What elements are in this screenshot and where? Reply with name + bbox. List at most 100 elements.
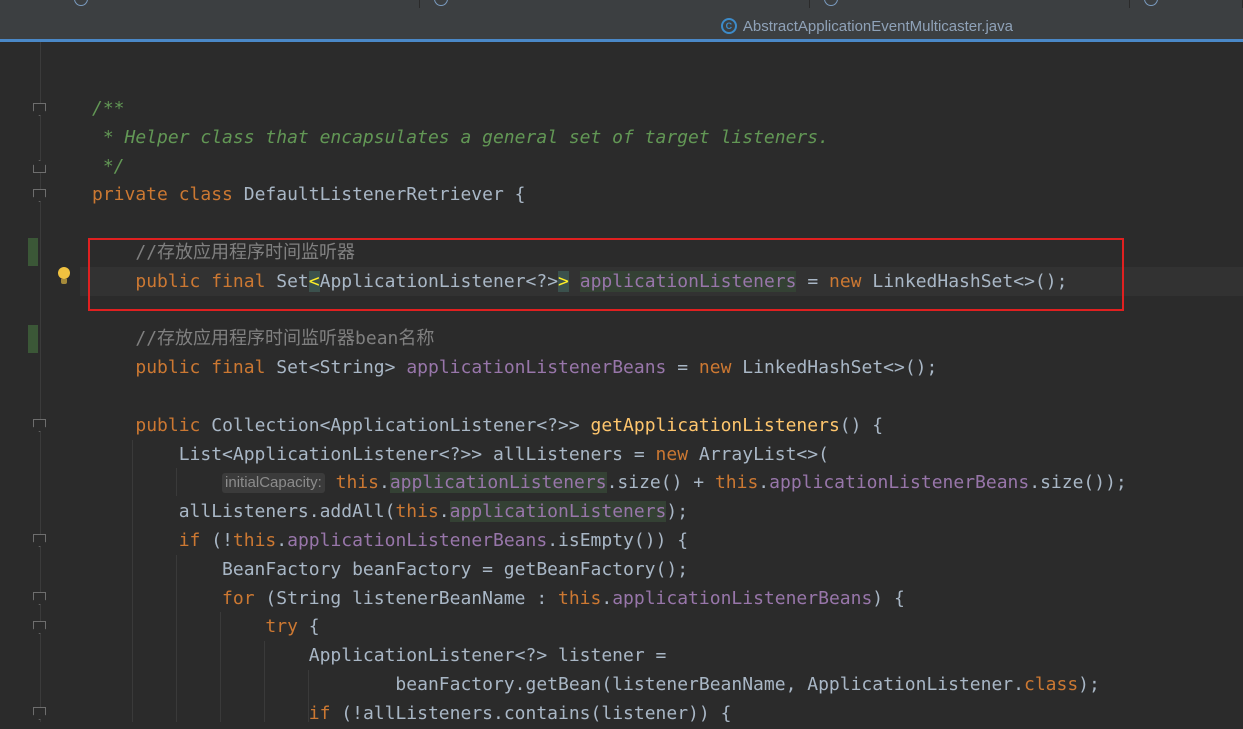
code-line[interactable]: if (!this.applicationListenerBeans.isEmp… [92, 527, 1127, 556]
code-token: DefaultListenerRetriever { [232, 184, 526, 206]
code-token: (String listenerBeanName : [254, 587, 558, 609]
code-line[interactable]: allListeners.addAll(this.applicationList… [92, 498, 1127, 527]
code-token: for [222, 587, 255, 609]
code-token: applicationListeners [389, 472, 607, 494]
code-line[interactable]: private class DefaultListenerRetriever { [92, 181, 1127, 210]
code-token: new [698, 357, 732, 379]
editor-tab-partial[interactable] [810, 0, 1130, 8]
vcs-change-marker[interactable] [28, 325, 38, 353]
code-token: private [92, 184, 168, 206]
code-token: this [395, 501, 439, 523]
java-class-icon [434, 0, 448, 6]
code-token: //存放应用程序时间监听器bean名称 [135, 328, 435, 350]
code-token: .size()); [1029, 472, 1127, 494]
editor-tab-partial[interactable] [60, 0, 420, 8]
code-line[interactable]: * Helper class that encapsulates a gener… [92, 124, 1127, 153]
code-token: { [297, 616, 320, 638]
code-token: applicationListenerBeans [287, 529, 548, 551]
code-token: Collection<ApplicationListener<?>> [200, 414, 591, 436]
code-token: applicationListenerBeans [769, 472, 1030, 494]
code-token: . [276, 529, 288, 551]
code-token: = [666, 357, 699, 379]
code-line[interactable]: BeanFactory beanFactory = getBeanFactory… [92, 556, 1127, 585]
editor-tab-bar: C AbstractApplicationEventMulticaster.ja… [0, 0, 1243, 42]
code-line[interactable]: List<ApplicationListener<?>> allListener… [92, 441, 1127, 470]
code-line[interactable]: for (String listenerBeanName : this.appl… [92, 585, 1127, 614]
code-line[interactable]: /** [92, 95, 1127, 124]
code-token: if [178, 529, 201, 551]
code-token: . [758, 472, 770, 494]
code-token: ApplicationListener<?> listener = [92, 645, 667, 667]
code-line[interactable]: initialCapacity: this.applicationListene… [92, 469, 1127, 498]
code-line[interactable] [92, 210, 1127, 239]
code-line[interactable]: */ [92, 153, 1127, 182]
code-token: .isEmpty()) { [547, 529, 689, 551]
code-token: ); [666, 501, 689, 523]
parameter-hint: initialCapacity: [222, 473, 325, 494]
code-token: try [265, 616, 298, 638]
code-token: this [714, 472, 759, 494]
code-line[interactable]: public final Set<String> applicationList… [92, 354, 1127, 383]
java-class-icon [74, 0, 88, 6]
code-line[interactable]: beanFactory.getBean(listenerBeanName, Ap… [92, 671, 1127, 700]
code-token: () { [839, 414, 884, 436]
active-tab-label: AbstractApplicationEventMulticaster.java [742, 17, 1013, 35]
code-token: ); [1078, 673, 1100, 695]
code-token: /** [92, 98, 125, 119]
code-editor[interactable]: /** * Helper class that encapsulates a g… [92, 95, 1127, 729]
code-token: new [655, 443, 689, 465]
code-token: final [211, 357, 266, 379]
code-line[interactable]: ApplicationListener<?> listener = [92, 642, 1127, 671]
code-token: LinkedHashSet<>(); [731, 357, 938, 379]
editor-tab-partial[interactable] [1130, 0, 1243, 8]
code-token: public [135, 357, 201, 379]
code-token: public [135, 414, 201, 436]
code-token: . [438, 501, 450, 523]
annotation-highlight-box [88, 238, 1124, 311]
code-token: this [335, 472, 379, 494]
intention-bulb-icon[interactable] [57, 267, 71, 287]
code-token: this [558, 587, 602, 609]
code-token: class [1023, 673, 1079, 695]
code-token: applicationListeners [449, 501, 667, 523]
code-token: . [601, 587, 613, 609]
editor-tab-partial[interactable] [420, 0, 810, 8]
code-token: (! [200, 529, 233, 551]
code-line[interactable]: try { [92, 613, 1127, 642]
vcs-change-marker[interactable] [28, 238, 38, 266]
code-token: ) { [872, 587, 905, 609]
code-token: */ [92, 155, 125, 177]
code-token: ArrayList<>( [688, 443, 829, 465]
code-token: List<ApplicationListener<?>> allListener… [92, 443, 656, 465]
code-token: getApplicationListeners [590, 414, 840, 436]
code-token: if [308, 702, 331, 724]
java-class-icon [824, 0, 838, 6]
code-line[interactable] [92, 383, 1127, 412]
code-token: . [378, 472, 390, 494]
code-token: BeanFactory beanFactory = getBeanFactory… [92, 558, 689, 580]
code-token: Set<String> [265, 357, 407, 379]
code-token: applicationListenerBeans [612, 587, 873, 609]
code-token: this [232, 529, 277, 551]
code-token: class [178, 184, 233, 206]
code-token: (!allListeners.contains(listener)) { [330, 702, 732, 724]
active-editor-tab[interactable]: C AbstractApplicationEventMulticaster.ja… [720, 14, 1013, 38]
code-token: .size() + [606, 472, 715, 494]
java-class-icon: C [720, 18, 737, 34]
code-line[interactable]: public Collection<ApplicationListener<?>… [92, 412, 1127, 441]
code-line[interactable]: //存放应用程序时间监听器bean名称 [92, 325, 1127, 354]
code-token: applicationListenerBeans [406, 357, 667, 379]
code-token: allListeners.addAll( [92, 501, 396, 523]
code-line[interactable]: if (!allListeners.contains(listener)) { [92, 700, 1127, 729]
